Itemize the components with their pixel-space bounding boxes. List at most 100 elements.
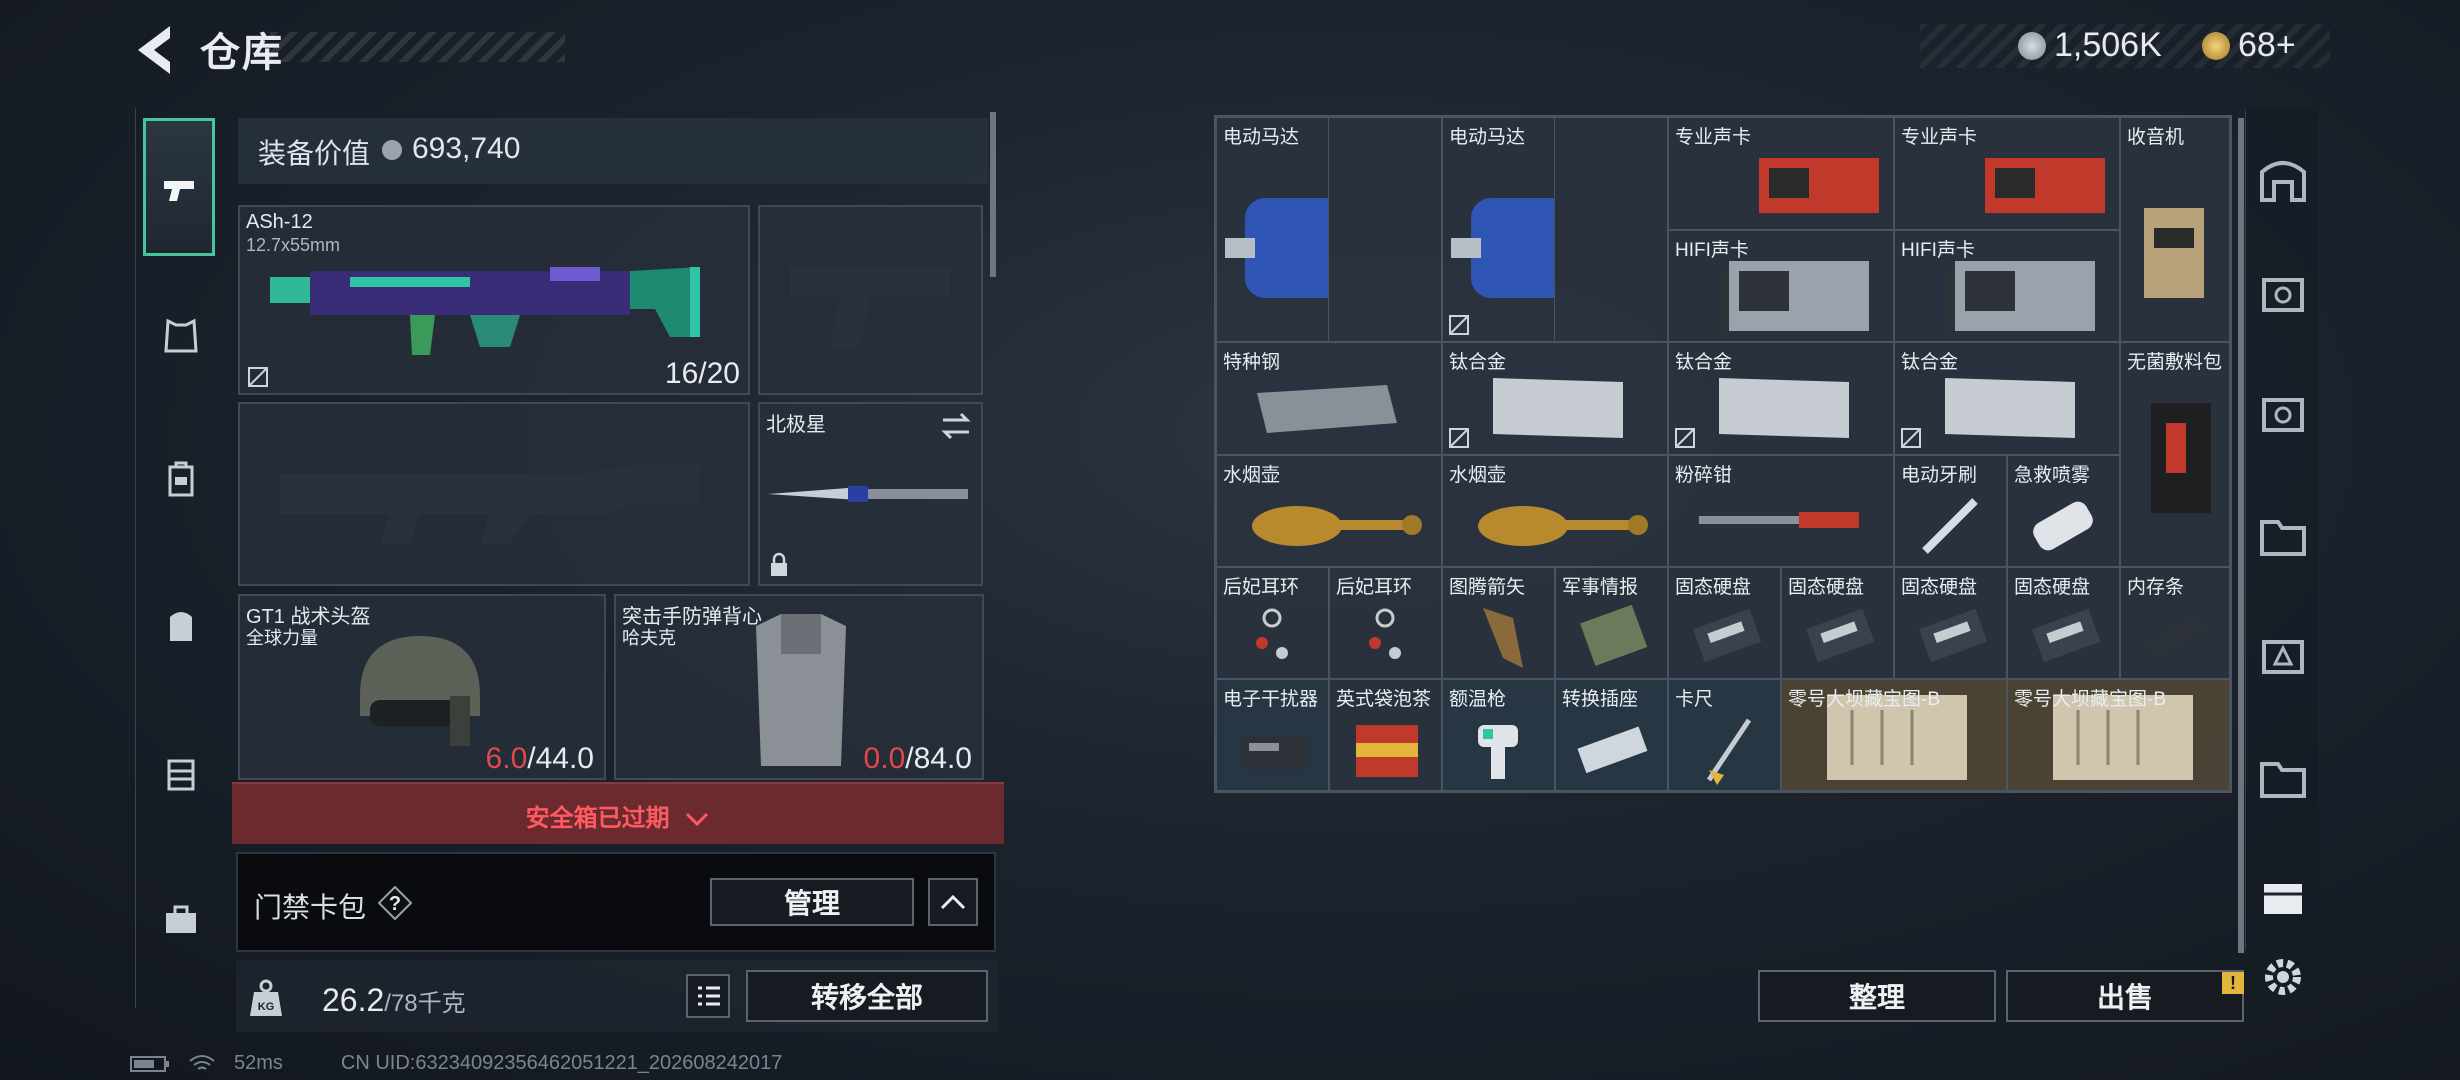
item-name: 后妃耳环 [1223, 577, 1300, 598]
equipment-value-label: 装备价值 [258, 138, 371, 169]
tab-stash-1[interactable] [2252, 262, 2314, 324]
stash-item[interactable]: 收音机 [2120, 117, 2230, 342]
gold-coin-icon [2202, 31, 2230, 60]
stash-item[interactable]: 电子干扰器 [1216, 679, 1329, 791]
pistol-silhouette-icon [790, 267, 950, 347]
stash-item[interactable]: 电动牙刷 [1894, 455, 2007, 567]
stash-item[interactable]: 电动马达 [1442, 117, 1555, 342]
tab-stash-2[interactable] [2252, 382, 2314, 444]
tab-armor[interactable] [145, 300, 217, 372]
item-name: 水烟壶 [1223, 465, 1281, 486]
tab-toolbox[interactable] [145, 884, 217, 956]
help-icon[interactable]: ? [378, 886, 412, 920]
stash-item[interactable]: 钛合金 [1442, 342, 1668, 455]
weight-icon-label: KG [258, 1001, 275, 1013]
totem-arrow-image [1483, 608, 1523, 668]
chevron-up-icon [940, 894, 966, 910]
silver-coin-icon [382, 140, 402, 160]
stash-item[interactable]: 特种钢 [1216, 342, 1442, 455]
settings-button[interactable] [2252, 946, 2314, 1008]
tab-chest-rig[interactable] [145, 444, 217, 516]
swap-icon[interactable] [939, 412, 973, 440]
transfer-all-button[interactable]: 转移全部 [746, 970, 988, 1022]
tab-backpack[interactable] [145, 590, 217, 662]
stash-item[interactable]: 电动马达 [1216, 117, 1329, 342]
stash-item[interactable]: 零号大坝藏宝图-B [1781, 679, 2007, 791]
briefcase-icon [166, 905, 196, 933]
stash-item[interactable]: 卡尺 [1668, 679, 1781, 791]
stash-item[interactable]: 钛合金 [1668, 342, 1894, 455]
sort-button[interactable]: 整理 [1758, 970, 1996, 1022]
silver-currency[interactable]: 1,506K [2018, 26, 2162, 65]
ssd-image [2031, 608, 2101, 663]
vest-slot[interactable]: 突击手防弹背心 哈夫克 0.0/84.0 [614, 594, 984, 780]
stash-item[interactable]: HIFI声卡 [1894, 230, 2120, 342]
pistol-slot[interactable] [758, 205, 983, 395]
stash-item[interactable]: 额温枪 [1442, 679, 1555, 791]
item-name: 固态硬盘 [2014, 577, 2091, 598]
stash-item[interactable]: 水烟壶 [1216, 455, 1442, 567]
manage-button[interactable]: 管理 [710, 878, 914, 926]
tab-stash-5[interactable] [2252, 746, 2314, 808]
ping: 52ms [234, 1052, 283, 1074]
wifi-icon [189, 1054, 215, 1070]
scrollbar[interactable] [990, 112, 996, 277]
hookah-image [1252, 506, 1422, 546]
stash-item[interactable]: 急救喷雾 [2007, 455, 2120, 567]
safe-box-expired-banner[interactable]: 安全箱已过期 [232, 782, 1004, 844]
vest-durability-current: 0.0 [863, 742, 906, 775]
tab-stash-4[interactable] [2252, 624, 2314, 686]
tab-weapons[interactable] [145, 154, 217, 226]
tab-container[interactable] [145, 738, 217, 810]
stash-item[interactable]: 固态硬盘 [2007, 567, 2120, 679]
tab-stash-6[interactable] [2252, 866, 2314, 928]
item-name: 急救喷雾 [2014, 465, 2091, 486]
secondary-weapon-slot[interactable] [238, 402, 750, 586]
stash-item[interactable]: 固态硬盘 [1894, 567, 2007, 679]
not-tradeable-icon [1449, 428, 1469, 448]
stash-item[interactable]: 水烟壶 [1442, 455, 1668, 567]
safe-box-expired-text: 安全箱已过期 [232, 798, 1004, 833]
melee-slot[interactable]: 北极星 [758, 402, 983, 586]
collapse-button[interactable] [928, 878, 978, 926]
helmet-brand: 全球力量 [246, 628, 318, 648]
helmet-slot[interactable]: GT1 战术头盔 全球力量 6.0/44.0 [238, 594, 606, 780]
not-tradeable-icon [1901, 428, 1921, 448]
stash-item[interactable]: 钛合金 [1894, 342, 2120, 455]
stash-item[interactable]: 固态硬盘 [1781, 567, 1894, 679]
stash-item[interactable]: 军事情报 [1555, 567, 1668, 679]
item-name: 零号大坝藏宝图-B [1788, 689, 1941, 710]
first-aid-spray-image [2033, 501, 2093, 551]
tab-stash-3[interactable] [2252, 504, 2314, 566]
item-name: 钛合金 [1449, 352, 1507, 373]
chevron-down-icon [686, 812, 709, 826]
stash-item[interactable]: 英式袋泡茶 [1329, 679, 1442, 791]
titanium-ingot-image [1493, 378, 1623, 438]
list-view-button[interactable] [686, 974, 730, 1018]
stash-scrollbar[interactable] [2238, 118, 2244, 953]
stash-item[interactable]: 后妃耳环 [1216, 567, 1329, 679]
folder-icon [2260, 520, 2306, 556]
gold-currency[interactable]: 68+ [2202, 26, 2296, 65]
stash-item[interactable]: 转换插座 [1555, 679, 1668, 791]
stash-item[interactable]: HIFI声卡 [1668, 230, 1894, 342]
item-name: 固态硬盘 [1675, 577, 1752, 598]
sell-button[interactable]: 出售 [2006, 970, 2244, 1022]
item-name: 零号大坝藏宝图-B [2014, 689, 2167, 710]
warning-box-icon [2262, 640, 2304, 674]
stash-item[interactable]: 零号大坝藏宝图-B [2007, 679, 2230, 791]
item-name: 专业声卡 [1901, 127, 1978, 148]
back-button[interactable] [130, 22, 178, 78]
hookah-image [1478, 506, 1648, 546]
stash-item[interactable]: 图腾箭矢 [1442, 567, 1555, 679]
stash-item[interactable]: 后妃耳环 [1329, 567, 1442, 679]
stash-item[interactable]: 无菌敷料包 [2120, 342, 2230, 567]
stash-item[interactable]: 粉碎钳 [1668, 455, 1894, 567]
help-glyph: ? [389, 893, 401, 915]
stash-item[interactable]: 专业声卡 [1668, 117, 1894, 230]
stash-item[interactable]: 内存条 [2120, 567, 2230, 679]
stash-item[interactable]: 固态硬盘 [1668, 567, 1781, 679]
tab-stash-main[interactable] [2252, 148, 2314, 210]
primary-weapon-slot[interactable]: ASh-12 12.7x55mm 16/20 [238, 205, 750, 395]
stash-item[interactable]: 专业声卡 [1894, 117, 2120, 230]
